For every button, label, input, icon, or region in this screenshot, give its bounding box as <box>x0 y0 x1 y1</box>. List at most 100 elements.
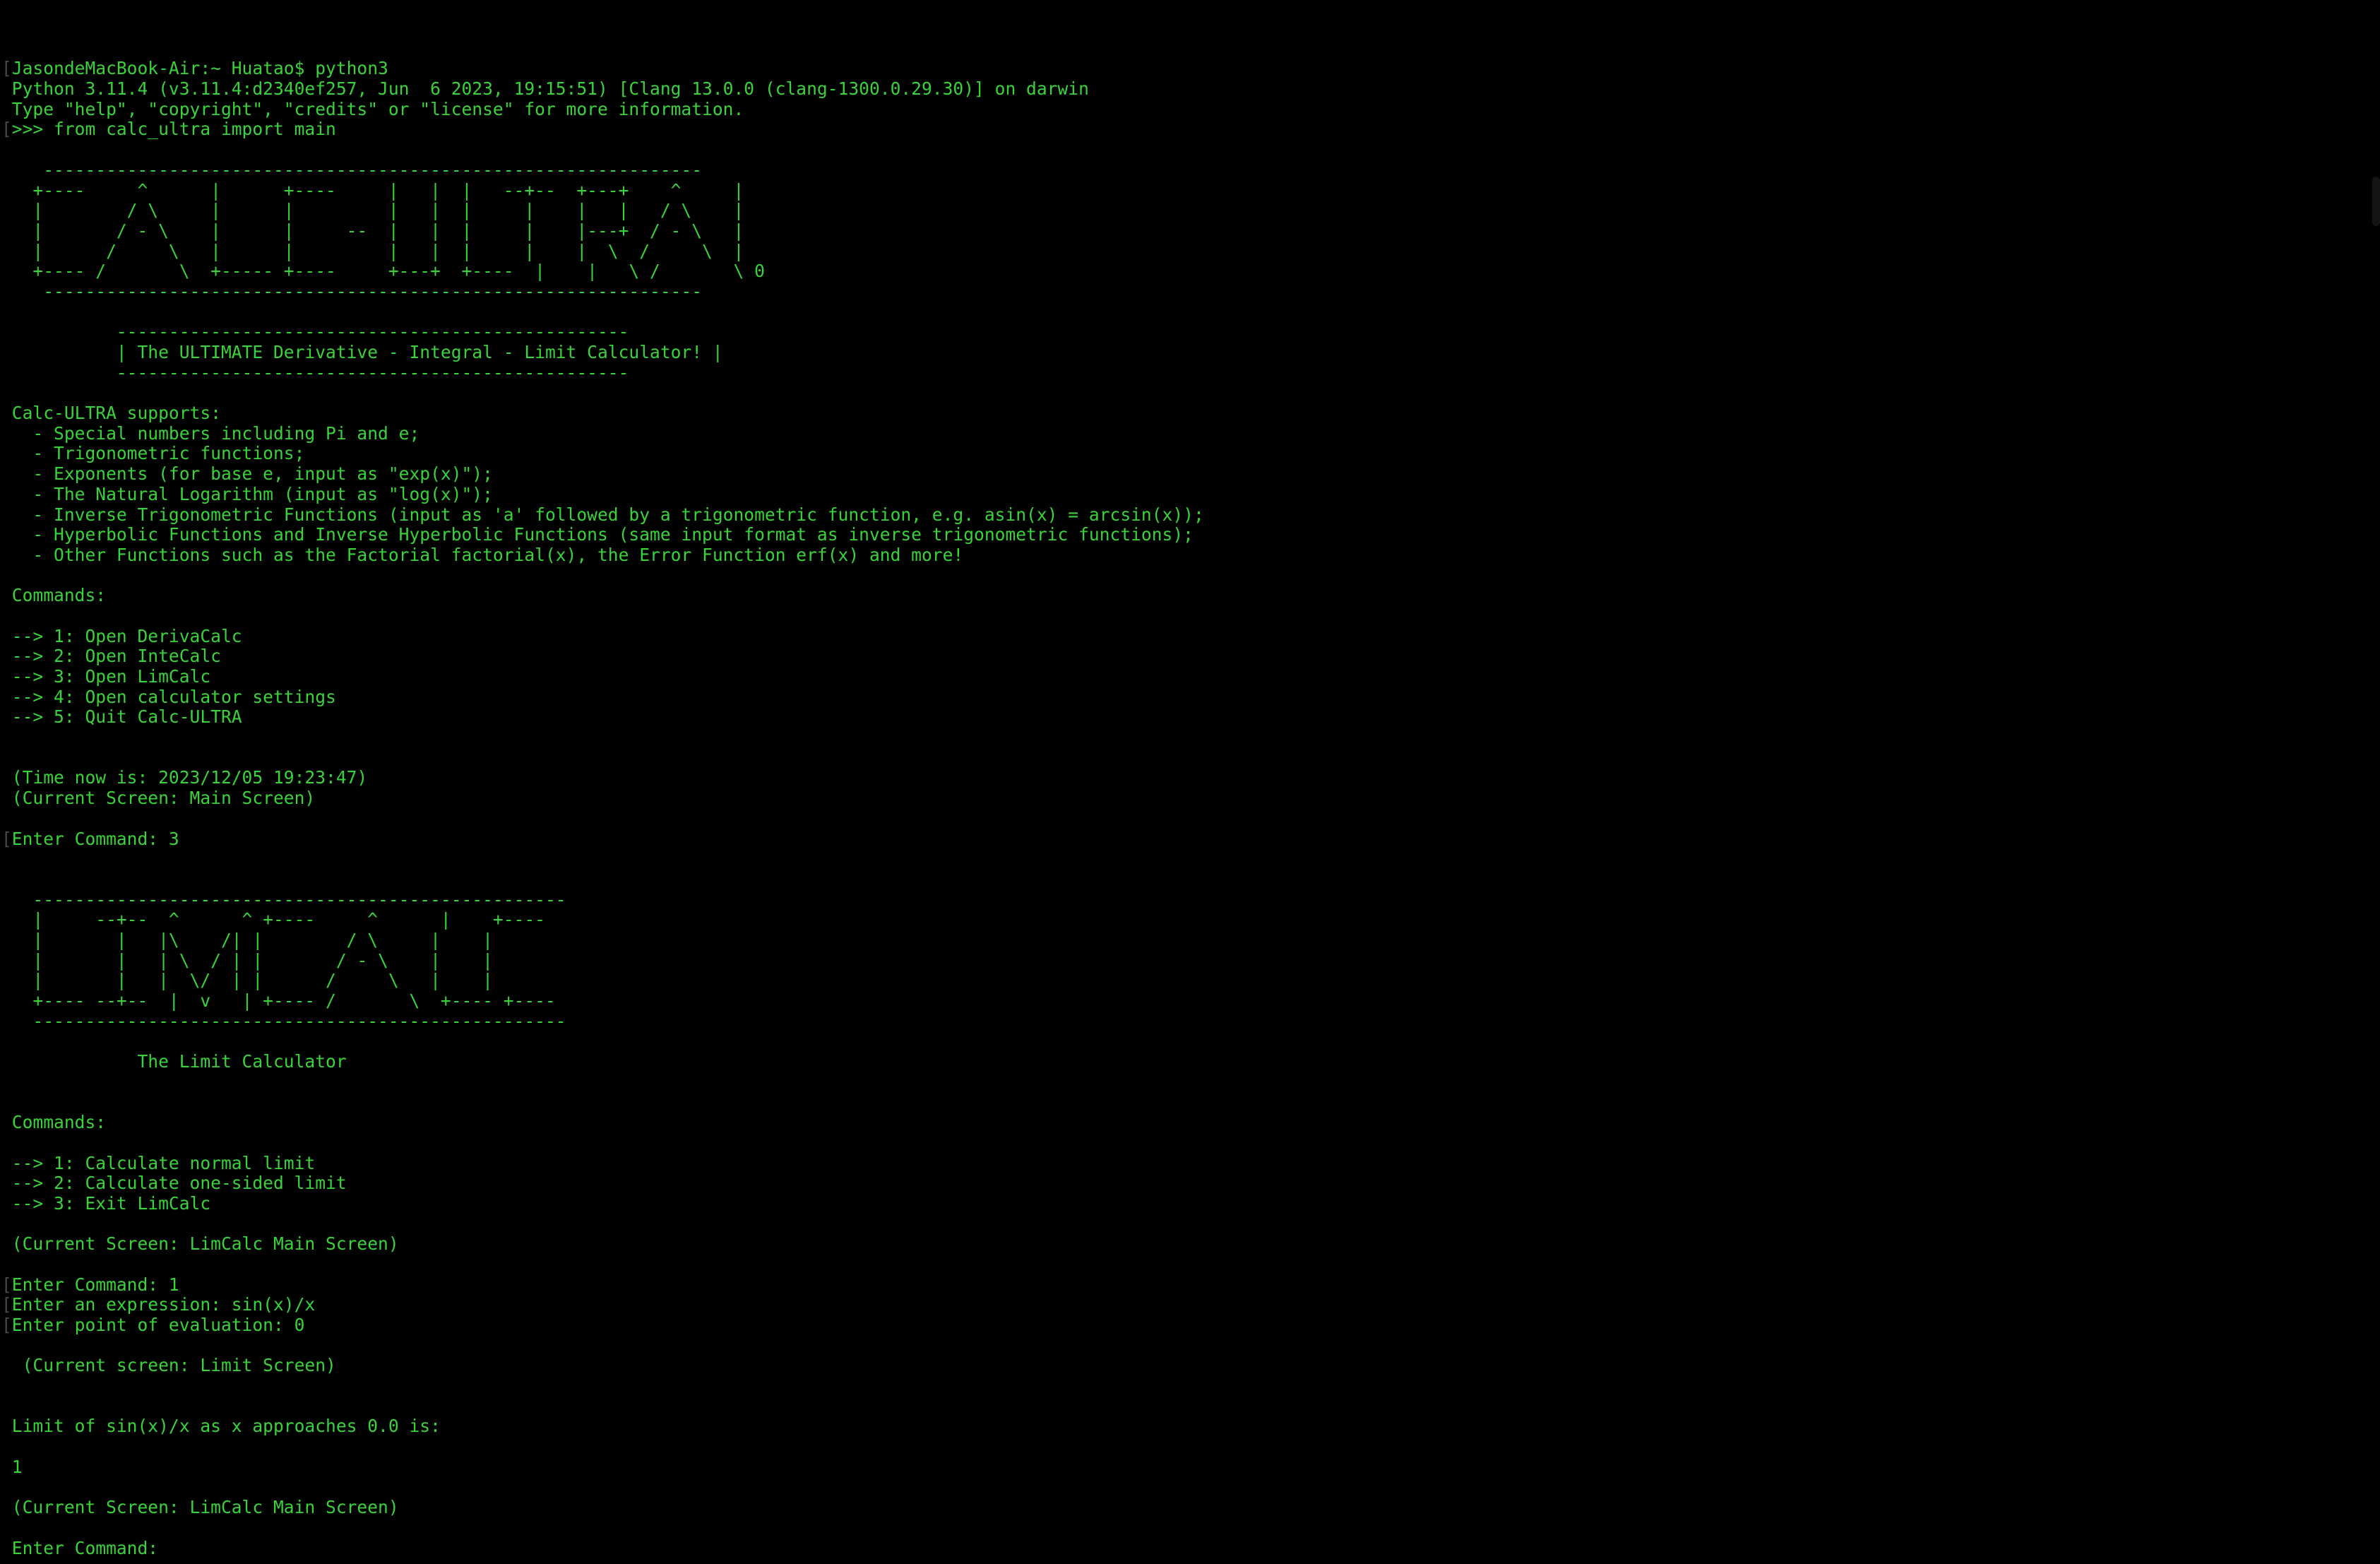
blank <box>1 606 2380 627</box>
terminal-line-text: --> 1: Open DerivaCalc <box>1 625 242 646</box>
terminal-line-text: | / \ | | | | | | | \ / \ | <box>1 240 744 261</box>
blank <box>1 1255 2380 1275</box>
terminal-line-text <box>1 1091 23 1112</box>
terminal-line-text: Enter an expression: sin(x)/x <box>1 1294 316 1315</box>
terminal-line-text: +---- --+-- | v | +---- / \ +---- +---- <box>1 990 556 1012</box>
terminal-line-text: - Inverse Trigonometric Functions (input… <box>1 504 1204 525</box>
blank <box>1 809 2380 829</box>
terminal-line-text <box>1 747 23 768</box>
enter-point-of-evaluation: [ Enter point of evaluation: 0 <box>1 1315 2380 1336</box>
current-screen-limcalc-1: (Current Screen: LimCalc Main Screen) <box>1 1233 2380 1255</box>
terminal-line-text: --> 3: Open LimCalc <box>1 666 211 687</box>
terminal-line-text: ----------------------------------------… <box>1 1010 566 1031</box>
limcalc-command-3: --> 3: Exit LimCalc <box>1 1193 2380 1214</box>
terminal-line-text: | / \ | | | | | | | | / \ | <box>1 200 744 221</box>
blank <box>1 1214 2380 1235</box>
blank <box>1 1133 2380 1154</box>
support-item-1: - Special numbers including Pi and e; <box>1 422 2380 444</box>
current-screen-limcalc-2: (Current Screen: LimCalc Main Screen) <box>1 1497 2380 1518</box>
terminal-line-text: The Limit Calculator <box>1 1051 347 1072</box>
support-item-5: - Inverse Trigonometric Functions (input… <box>1 504 2380 526</box>
terminal-line-text <box>1 565 23 586</box>
terminal-line-text: +---- / \ +----- +---- +---+ +---- | | \… <box>1 261 765 282</box>
limit-result-label: Limit of sin(x)/x as x approaches 0.0 is… <box>1 1416 2380 1437</box>
terminal-line-text: --> 1: Calculate normal limit <box>1 1152 316 1173</box>
terminal-line-text <box>1 1477 23 1498</box>
main-command-2: --> 2: Open InteCalc <box>1 646 2380 667</box>
terminal-line-text: - Trigonometric functions; <box>1 443 305 464</box>
limcalc-art-row-5: +---- --+-- | v | +---- / \ +---- +---- <box>1 990 2380 1012</box>
terminal-line-text <box>1 382 23 403</box>
terminal-line-text: | --+-- ^ ^ +---- ^ | +---- <box>1 909 545 930</box>
terminal-line-text: Enter Command: 1 <box>1 1274 179 1295</box>
terminal-line-text: --> 4: Open calculator settings <box>1 686 336 707</box>
limcalc-art-bottom-border: ----------------------------------------… <box>1 1010 2380 1032</box>
terminal-line-text <box>1 848 23 869</box>
current-screen-main: (Current Screen: Main Screen) <box>1 788 2380 809</box>
tagline-box-top: ----------------------------------------… <box>1 321 2380 343</box>
terminal-line-text: | The ULTIMATE Derivative - Integral - L… <box>1 342 723 363</box>
terminal-line-text: --> 5: Quit Calc-ULTRA <box>1 706 242 728</box>
terminal-line-text: ----------------------------------------… <box>1 321 629 343</box>
terminal-line-text: - Special numbers including Pi and e; <box>1 422 420 444</box>
blank <box>1 1437 2380 1457</box>
current-screen-limit: (Current screen: Limit Screen) <box>1 1356 2380 1376</box>
blank <box>1 870 2380 890</box>
terminal-line-text <box>1 1396 23 1416</box>
python-import-statement: [ >>> from calc_ultra import main <box>1 119 2380 140</box>
enter-command-awaiting-input: Enter Command: <box>1 1537 2380 1559</box>
tagline-box-bottom: ----------------------------------------… <box>1 362 2380 384</box>
limcalc-art-row-1: | --+-- ^ ^ +---- ^ | +---- <box>1 909 2380 930</box>
limcalc-subtitle: The Limit Calculator <box>1 1051 2380 1072</box>
terminal-line-text <box>1 1436 23 1457</box>
calc-ultra-art-bottom-border: ----------------------------------------… <box>1 281 2380 302</box>
main-command-3: --> 3: Open LimCalc <box>1 666 2380 687</box>
supports-heading: Calc-ULTRA supports: <box>1 403 2380 424</box>
blank <box>1 302 2380 323</box>
terminal-line-text: | | |\ /| | / \ | | <box>1 929 493 950</box>
blank <box>1 1031 2380 1052</box>
support-item-2: - Trigonometric functions; <box>1 444 2380 464</box>
terminal-line-text: - Exponents (for base e, input as "exp(x… <box>1 463 493 485</box>
support-item-6: - Hyperbolic Functions and Inverse Hyper… <box>1 524 2380 545</box>
terminal-line-text <box>1 1072 23 1092</box>
terminal-line-text: ----------------------------------------… <box>1 889 566 910</box>
blank <box>1 1478 2380 1498</box>
terminal-line-text <box>1 1517 23 1538</box>
limcalc-art-row-3: | | | \ / | | / - \ | | <box>1 949 2380 971</box>
calc-ultra-art-row-3: | / - \ | | -- | | | | |---+ / - \ | <box>1 220 2380 242</box>
terminal-line-text: | | | \ / | | / - \ | | <box>1 949 493 971</box>
blank <box>1 849 2380 870</box>
blank <box>1 1072 2380 1093</box>
terminal-line-text <box>1 302 23 322</box>
terminal-line-text: Enter point of evaluation: 0 <box>1 1315 305 1336</box>
blank <box>1 383 2380 403</box>
main-commands-heading: Commands: <box>1 585 2380 606</box>
terminal-line-text: >>> from calc_ultra import main <box>1 119 336 140</box>
limcalc-command-2: --> 2: Calculate one-sided limit <box>1 1173 2380 1194</box>
limcalc-art-row-2: | | |\ /| | / \ | | <box>1 930 2380 951</box>
time-now-status: (Time now is: 2023/12/05 19:23:47) <box>1 768 2380 788</box>
calc-ultra-art-top-border: ----------------------------------------… <box>1 160 2380 181</box>
terminal-window[interactable]: [ JasondeMacBook-Air:~ Huatao$ python3 P… <box>0 0 2380 1564</box>
terminal-line-text: Type "help", "copyright", "credits" or "… <box>1 98 744 119</box>
tagline-text: | The ULTIMATE Derivative - Integral - L… <box>1 342 2380 363</box>
terminal-line-text: 1 <box>1 1456 23 1477</box>
shell-prompt-python3: [ JasondeMacBook-Air:~ Huatao$ python3 <box>1 59 2380 79</box>
blank <box>1 1397 2380 1417</box>
terminal-line-text: ----------------------------------------… <box>1 362 629 383</box>
limcalc-art-row-4: | | | \/ | | / \ | | <box>1 970 2380 991</box>
terminal-line-text: - The Natural Logarithm (input as "log(x… <box>1 483 493 504</box>
terminal-line-text: Calc-ULTRA supports: <box>1 403 221 424</box>
terminal-line-text: +---- ^ | +---- | | | --+-- +---+ ^ | <box>1 179 744 201</box>
terminal-line-text <box>1 808 23 829</box>
terminal-line-text: Enter Command: <box>1 1537 159 1558</box>
scrollbar-thumb[interactable] <box>2372 177 2380 226</box>
terminal-line-text: Commands: <box>1 585 107 606</box>
terminal-line-text <box>1 1031 23 1051</box>
terminal-line-text: Enter Command: 3 <box>1 828 179 849</box>
blank <box>1 728 2380 748</box>
terminal-line-text <box>1 1132 23 1153</box>
blank <box>1 1376 2380 1397</box>
calc-ultra-art-row-2: | / \ | | | | | | | | / \ | <box>1 200 2380 221</box>
